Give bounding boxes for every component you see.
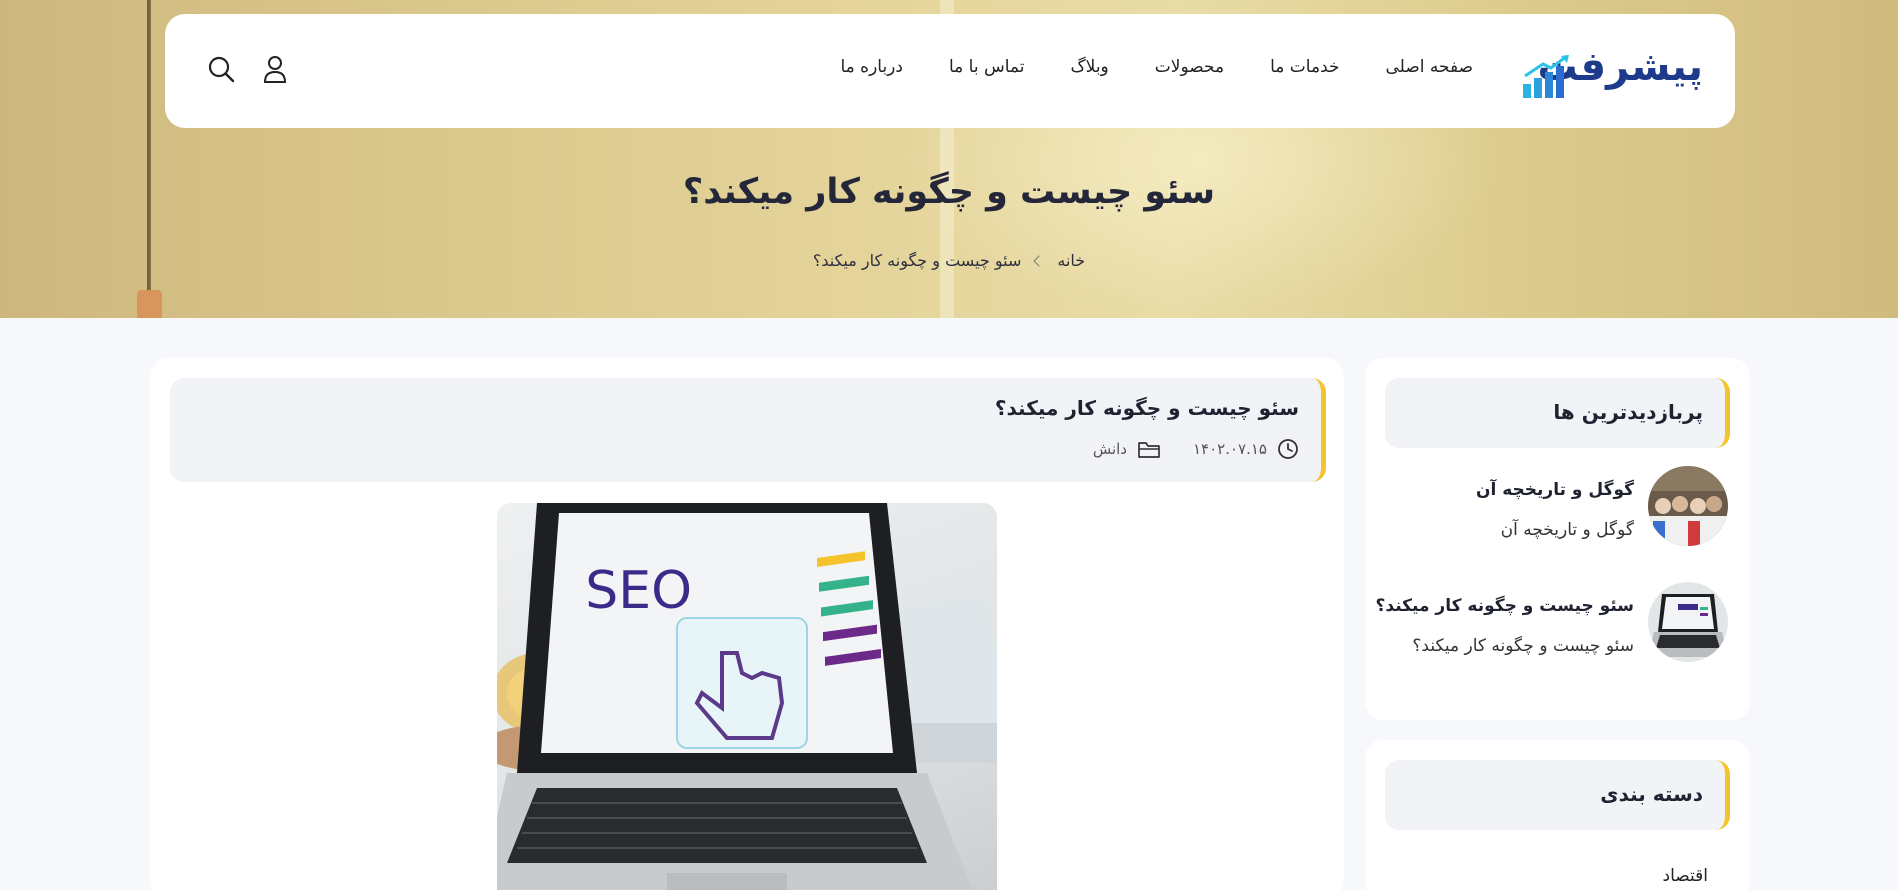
popular-post-thumbnail[interactable] xyxy=(1648,582,1728,662)
popular-widget-title: پربازدیدترین ها xyxy=(1553,400,1703,424)
category-item[interactable]: اقتصاد xyxy=(1663,866,1708,886)
nav-item-home[interactable]: صفحه اصلی xyxy=(1386,57,1473,77)
categories-widget: دسته بندی اقتصاد xyxy=(1365,740,1750,890)
site-header: پیشرفت صفحه اصلی خدمات ما محصولات وبلاگ … xyxy=(165,14,1735,128)
growth-chart-icon xyxy=(1523,54,1569,98)
post-card: سئو چیست و چگونه کار میکند؟ ۱۴۰۲.۰۷.۱۵ د… xyxy=(150,358,1344,890)
site-logo[interactable]: پیشرفت xyxy=(1503,42,1704,102)
main-nav: صفحه اصلی خدمات ما محصولات وبلاگ تماس با… xyxy=(840,57,1473,77)
nav-item-products[interactable]: محصولات xyxy=(1155,57,1224,77)
breadcrumb: خانه سئو چیست و چگونه کار میکند؟ xyxy=(0,251,1898,270)
chevron-left-icon xyxy=(1033,254,1046,267)
categories-widget-title: دسته بندی xyxy=(1600,782,1703,806)
breadcrumb-home-link[interactable]: خانه xyxy=(1057,251,1085,270)
post-title: سئو چیست و چگونه کار میکند؟ xyxy=(994,396,1299,420)
post-header: سئو چیست و چگونه کار میکند؟ ۱۴۰۲.۰۷.۱۵ د… xyxy=(170,378,1326,482)
user-icon[interactable] xyxy=(261,54,289,84)
hero-lamp-pole xyxy=(147,0,151,292)
search-icon[interactable] xyxy=(207,54,235,84)
popular-post-subtitle: سئو چیست و چگونه کار میکند؟ xyxy=(1412,636,1634,656)
popular-posts-widget: پربازدیدترین ها گوگل و تاریخچه آن گوگل و… xyxy=(1365,358,1750,720)
popular-post-thumbnail[interactable] xyxy=(1648,466,1728,546)
post-featured-image: SEO xyxy=(497,503,997,890)
popular-post-title[interactable]: گوگل و تاریخچه آن xyxy=(1476,480,1634,500)
clock-icon xyxy=(1278,439,1298,459)
popular-post-item[interactable]: گوگل و تاریخچه آن گوگل و تاریخچه آن xyxy=(1383,466,1728,550)
nav-item-about[interactable]: درباره ما xyxy=(840,57,903,77)
post-category-link[interactable]: دانش xyxy=(1093,440,1127,458)
popular-post-title[interactable]: سئو چیست و چگونه کار میکند؟ xyxy=(1376,596,1634,616)
laptop-seo-illustration: SEO xyxy=(497,503,997,890)
nav-item-blog[interactable]: وبلاگ xyxy=(1070,57,1108,77)
nav-item-services[interactable]: خدمات ما xyxy=(1270,57,1339,77)
breadcrumb-current: سئو چیست و چگونه کار میکند؟ xyxy=(812,251,1022,270)
post-date: ۱۴۰۲.۰۷.۱۵ xyxy=(1193,440,1267,458)
hero-lamp xyxy=(137,290,162,318)
seo-text: SEO xyxy=(585,561,692,621)
categories-widget-header: دسته بندی xyxy=(1385,760,1730,830)
header-actions xyxy=(207,54,289,84)
popular-widget-header: پربازدیدترین ها xyxy=(1385,378,1730,448)
page-title: سئو چیست و چگونه کار میکند؟ xyxy=(682,172,1216,212)
folder-icon xyxy=(1138,442,1160,458)
popular-post-subtitle: گوگل و تاریخچه آن xyxy=(1500,520,1634,540)
nav-item-contact[interactable]: تماس با ما xyxy=(949,57,1025,77)
post-meta: ۱۴۰۲.۰۷.۱۵ دانش xyxy=(1093,438,1299,460)
popular-post-item[interactable]: سئو چیست و چگونه کار میکند؟ سئو چیست و چ… xyxy=(1376,582,1728,666)
